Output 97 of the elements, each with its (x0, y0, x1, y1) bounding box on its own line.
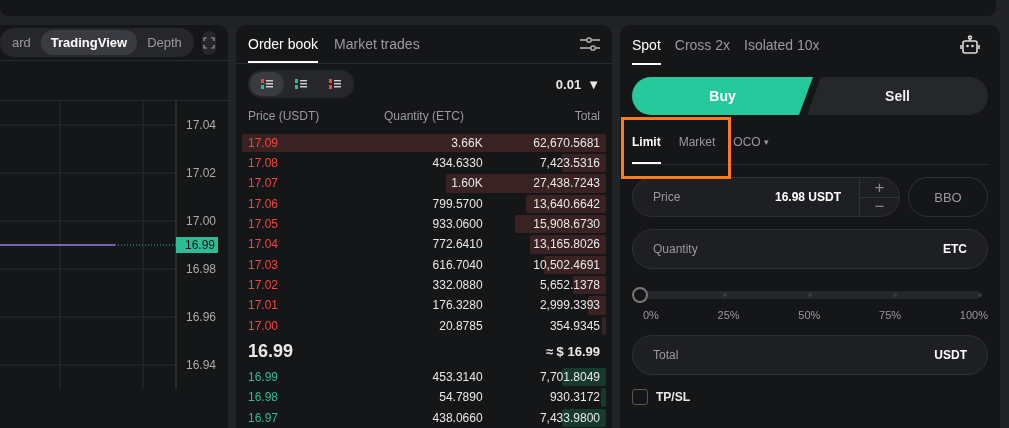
axis-label: 17.00 (186, 214, 217, 228)
slider-thumb[interactable] (632, 287, 648, 303)
slider-mark: 0% (643, 309, 659, 321)
chart-view-tab[interactable]: ard (2, 30, 41, 55)
order-row[interactable]: 17.01 176.3280 2,999.3393 (242, 295, 606, 316)
total-cell-text: 10,502.4691 (532, 257, 600, 272)
price-cell-text: 17.02 (248, 278, 280, 293)
total-cell-text: 13,165.8026 (532, 237, 600, 252)
margin-tab[interactable]: Cross 2x (674, 25, 731, 65)
quantity-field[interactable]: Quantity ETC (632, 229, 988, 269)
total-field[interactable]: Total USDT (632, 335, 988, 375)
quantity-cell-text: 54.7890 (438, 390, 483, 405)
book-layout-icon (261, 79, 273, 90)
price-cell-text: 17.00 (248, 318, 280, 333)
order-type-tab[interactable]: Limit (632, 121, 661, 164)
tpsl-checkbox[interactable] (632, 389, 648, 405)
order-row[interactable]: 16.97 438.0660 7,433.9800 (242, 407, 606, 428)
column-header: Price (USDT) (248, 109, 321, 124)
axis-label: 16.94 (186, 358, 217, 372)
total-cell-text: 62,670.5681 (532, 135, 600, 150)
fullscreen-icon[interactable] (201, 30, 216, 55)
margin-tab[interactable]: Spot (632, 25, 661, 65)
price-cell-text: 16.98 (248, 390, 280, 405)
order-row[interactable]: 17.05 933.0600 15,908.6730 (242, 214, 606, 235)
price-cell-text: 17.06 (248, 196, 280, 211)
robot-icon[interactable] (960, 35, 980, 55)
quantity-cell-text: 772.6410 (431, 237, 483, 252)
book-layout-icon (295, 79, 307, 90)
quantity-cell-text: 438.0660 (431, 410, 483, 425)
tpsl-label: TP/SL (656, 390, 690, 404)
price-field[interactable]: Price 16.98 USDT + − (632, 177, 900, 217)
decrease-button[interactable]: − (860, 196, 899, 216)
price-cell-text: 17.07 (248, 176, 280, 191)
total-cell-text: 27,438.7243 (532, 176, 600, 191)
settings-icon[interactable] (580, 35, 600, 52)
quantity-cell-text: 933.0600 (431, 217, 483, 232)
total-cell-text: 354.9345 (548, 318, 600, 333)
chart-view-tab[interactable]: TradingView (40, 30, 138, 55)
usd-price: ≈ $ 16.99 (545, 343, 600, 359)
quantity-cell-text: 453.3140 (431, 370, 483, 385)
total-cell-text: 5,652.1378 (538, 278, 600, 293)
last-price-tag: 16.99 (176, 237, 218, 253)
column-header: Quantity (ETC) (383, 109, 465, 124)
order-row[interactable]: 17.06 799.5700 13,640.6642 (242, 193, 606, 214)
price-cell-text: 17.01 (248, 298, 280, 313)
slider-mark: 25% (717, 309, 740, 321)
axis-label: 17.04 (186, 118, 217, 132)
order-row[interactable]: 17.00 20.8785 354.9345 (242, 315, 606, 336)
price-cell-text: 17.03 (248, 257, 280, 272)
layout-button[interactable] (250, 72, 284, 97)
total-cell-text: 13,640.6642 (532, 196, 600, 211)
order-row[interactable]: 17.03 616.7040 10,502.4691 (242, 254, 606, 275)
order-type-tab[interactable]: OCO ▾ (733, 121, 769, 164)
order-type-tab[interactable]: Market (678, 121, 716, 164)
total-cell-text: 930.3172 (548, 390, 600, 405)
increase-button[interactable]: + (860, 178, 899, 197)
axis-label: 16.96 (186, 310, 217, 324)
price-cell-text: 16.99 (248, 370, 280, 385)
price-cell-text: 17.05 (248, 217, 280, 232)
precision-select[interactable]: 0.01 ▼ (555, 76, 600, 92)
chart-view-tab[interactable]: Depth (137, 30, 192, 55)
total-cell-text: 7,433.9800 (538, 410, 600, 425)
price-cell-text: 17.08 (248, 156, 280, 171)
book-tab[interactable]: Market trades (334, 25, 420, 63)
slider-mark: 100% (959, 309, 988, 321)
order-row[interactable]: 16.98 54.7890 930.3172 (242, 387, 606, 408)
quantity-cell-text: 799.5700 (431, 196, 483, 211)
order-row[interactable]: 17.07 1.60K 27,438.7243 (242, 173, 606, 194)
total-cell-text: 2,999.3393 (538, 298, 600, 313)
axis-label: 16.98 (186, 262, 217, 276)
slider-mark: 75% (879, 309, 902, 321)
total-cell-text: 15,908.6730 (532, 217, 600, 232)
total-cell-text: 7,423.5316 (538, 156, 600, 171)
quantity-cell-text: 434.6330 (431, 156, 483, 171)
column-header: Total (573, 109, 600, 124)
order-row[interactable]: 17.08 434.6330 7,423.5316 (242, 153, 606, 174)
margin-tab[interactable]: Isolated 10x (744, 25, 820, 65)
price-cell-text: 16.97 (248, 410, 280, 425)
price-cell-text: 17.04 (248, 237, 280, 252)
mid-price: 16.99 (248, 340, 294, 362)
order-row[interactable]: 17.02 332.0880 5,652.1378 (242, 274, 606, 296)
quantity-cell-text: 1.60K (450, 176, 483, 191)
sell-button[interactable]: Sell (807, 77, 988, 115)
order-row[interactable]: 16.99 453.3140 7,701.8049 (242, 366, 606, 388)
quantity-cell-text: 20.8785 (438, 318, 483, 333)
price-cell-text: 17.09 (248, 135, 280, 150)
total-cell-text: 7,701.8049 (538, 370, 600, 385)
order-row[interactable]: 17.09 3.66K 62,670.5681 (242, 132, 606, 153)
quantity-cell-text: 332.0880 (431, 278, 483, 293)
quantity-cell-text: 3.66K (450, 135, 483, 150)
quantity-cell-text: 176.3280 (431, 298, 483, 313)
book-tab[interactable]: Order book (248, 25, 319, 63)
order-row[interactable]: 17.04 772.6410 13,165.8026 (242, 234, 606, 255)
slider-mark: 50% (798, 309, 821, 321)
book-layout-icon (329, 79, 341, 90)
axis-label: 17.02 (186, 166, 217, 180)
quantity-cell-text: 616.7040 (431, 257, 483, 272)
